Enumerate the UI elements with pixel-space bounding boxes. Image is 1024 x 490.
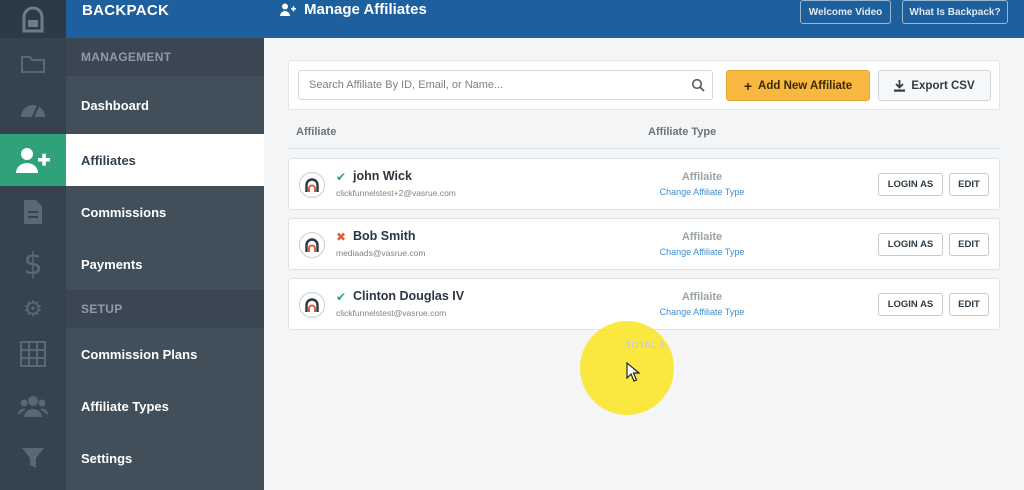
affiliate-email: clickfunnelstest@vasrue.com <box>336 308 447 318</box>
sidebar-nav: MANAGEMENT Dashboard Affiliates Commissi… <box>66 38 264 490</box>
affiliate-email: mediaads@vasrue.com <box>336 248 426 258</box>
sidebar-item-commission-plans[interactable]: Commission Plans <box>66 328 264 380</box>
status-active-icon: ✔ <box>336 290 347 304</box>
affiliate-name: Clinton Douglas IV <box>353 289 465 303</box>
add-user-icon[interactable] <box>0 134 66 186</box>
edit-button[interactable]: EDIT <box>949 233 989 256</box>
calculator-icon[interactable] <box>0 328 66 380</box>
sidebar-item-commissions[interactable]: Commissions <box>66 186 264 238</box>
affiliate-type: Affilaite <box>681 171 723 183</box>
affiliate-email: clickfunnelstest+2@vasrue.com <box>336 188 456 198</box>
table-row: ✔ john Wick clickfunnelstest+2@vasrue.co… <box>288 158 1000 210</box>
column-header-affiliate-type: Affiliate Type <box>648 126 717 138</box>
search-icon[interactable] <box>691 78 705 92</box>
login-as-button[interactable]: LOGIN AS <box>878 173 943 196</box>
login-as-button[interactable]: LOGIN AS <box>878 233 943 256</box>
total-count: TOTAL 3 <box>626 340 665 350</box>
download-icon <box>894 79 906 92</box>
avatar-icon <box>299 232 325 258</box>
add-user-icon <box>280 3 296 16</box>
sidebar-item-settings[interactable]: Settings <box>66 432 264 484</box>
sidebar-section-setup: SETUP <box>66 290 264 328</box>
login-as-button[interactable]: LOGIN AS <box>878 293 943 316</box>
dashboard-gauge-icon[interactable] <box>0 82 66 134</box>
dollar-icon[interactable]: $ <box>0 238 66 290</box>
gear-icon[interactable]: ⚙ <box>0 290 66 328</box>
plus-icon: + <box>743 77 753 94</box>
affiliate-type: Affilaite <box>681 291 723 303</box>
what-is-backpack-button[interactable]: What Is Backpack? <box>902 0 1008 24</box>
add-affiliate-button[interactable]: + Add New Affiliate <box>726 70 870 101</box>
affiliate-type: Affilaite <box>681 231 723 243</box>
export-csv-label: Export CSV <box>911 79 975 92</box>
table-row: ✖ Bob Smith mediaads@vasrue.com Affilait… <box>288 218 1000 270</box>
edit-button[interactable]: EDIT <box>949 173 989 196</box>
document-icon[interactable] <box>0 186 66 238</box>
sidebar-item-affiliate-types[interactable]: Affiliate Types <box>66 380 264 432</box>
sidebar-item-dashboard[interactable]: Dashboard <box>66 76 264 134</box>
top-bar: BACKPACK Manage Affiliates Welcome Video… <box>0 0 1024 38</box>
status-inactive-icon: ✖ <box>336 230 347 244</box>
page-title-text: Manage Affiliates <box>304 0 427 18</box>
filter-icon[interactable] <box>0 432 66 484</box>
brand-name: BACKPACK <box>82 2 170 19</box>
change-affiliate-type-link[interactable]: Change Affiliate Type <box>617 247 787 257</box>
edit-button[interactable]: EDIT <box>949 293 989 316</box>
export-csv-button[interactable]: Export CSV <box>878 70 991 101</box>
affiliate-name: Bob Smith <box>353 229 416 243</box>
status-active-icon: ✔ <box>336 170 347 184</box>
change-affiliate-type-link[interactable]: Change Affiliate Type <box>617 307 787 317</box>
affiliate-name: john Wick <box>353 169 412 183</box>
toolbar: + Add New Affiliate Export CSV <box>288 60 1000 110</box>
users-group-icon[interactable] <box>0 380 66 432</box>
backpack-logo-icon[interactable] <box>0 0 66 38</box>
table-row: ✔ Clinton Douglas IV clickfunnelstest@va… <box>288 278 1000 330</box>
search-input[interactable] <box>299 71 679 99</box>
search-box <box>298 70 713 100</box>
sidebar-icon-rail: $ ⚙ <box>0 38 66 490</box>
page-title: Manage Affiliates <box>280 0 427 18</box>
change-affiliate-type-link[interactable]: Change Affiliate Type <box>617 187 787 197</box>
mouse-cursor-icon <box>626 362 640 382</box>
sidebar-item-payments[interactable]: Payments <box>66 238 264 290</box>
header-divider <box>288 148 1000 149</box>
avatar-icon <box>299 172 325 198</box>
column-header-affiliate: Affiliate <box>296 126 337 138</box>
avatar-icon <box>299 292 325 318</box>
add-affiliate-label: Add New Affiliate <box>758 79 853 92</box>
main-content: + Add New Affiliate Export CSV Affiliate… <box>264 38 1024 490</box>
sidebar-item-affiliates[interactable]: Affiliates <box>66 134 264 186</box>
welcome-video-button[interactable]: Welcome Video <box>800 0 891 24</box>
sidebar-section-management: MANAGEMENT <box>66 38 264 76</box>
